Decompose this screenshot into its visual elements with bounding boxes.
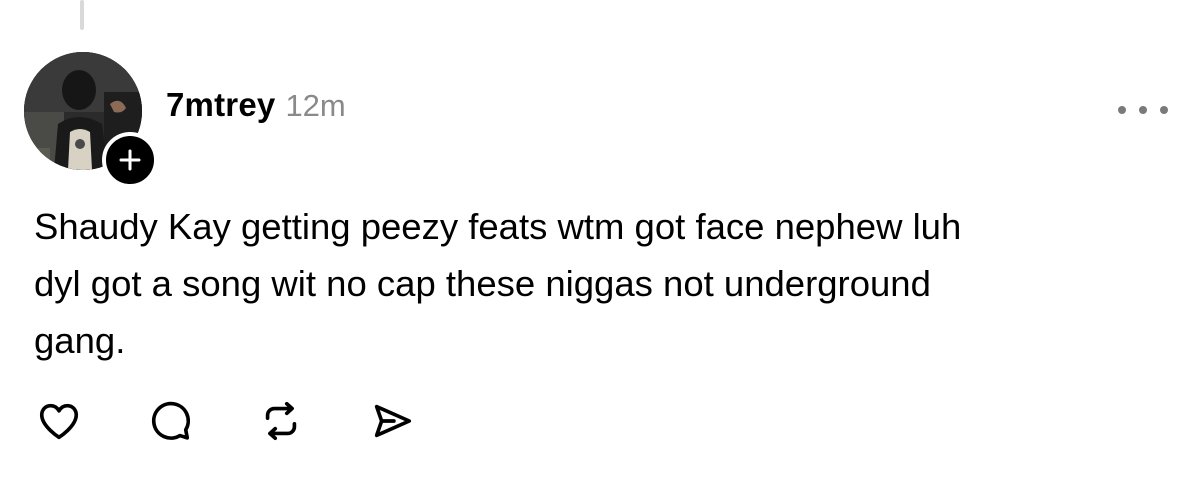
more-horizontal-icon-dot bbox=[1118, 106, 1126, 114]
post-header: 7mtrey 12m bbox=[166, 86, 346, 124]
like-button[interactable] bbox=[34, 396, 84, 446]
reply-button[interactable] bbox=[145, 396, 195, 446]
post-timestamp: 12m bbox=[285, 88, 346, 123]
send-icon bbox=[374, 404, 412, 438]
username-link[interactable]: 7mtrey bbox=[166, 86, 275, 124]
post-actions-bar bbox=[34, 396, 417, 446]
more-horizontal-icon-dot bbox=[1139, 106, 1147, 114]
repost-icon bbox=[265, 401, 297, 441]
share-button[interactable] bbox=[367, 396, 417, 446]
post-text-line: gang. bbox=[34, 320, 126, 361]
follow-button[interactable] bbox=[102, 132, 158, 188]
plus-icon bbox=[119, 149, 141, 171]
heart-icon bbox=[39, 403, 79, 440]
repost-button[interactable] bbox=[256, 396, 306, 446]
more-options-button[interactable] bbox=[1118, 98, 1168, 122]
author-avatar-container[interactable] bbox=[24, 52, 158, 188]
more-horizontal-icon-dot bbox=[1160, 106, 1168, 114]
comment-icon bbox=[151, 401, 191, 440]
post-text-line: dyl got a song wit no cap these niggas n… bbox=[34, 263, 931, 304]
post-text-line: Shaudy Kay getting peezy feats wtm got f… bbox=[34, 206, 962, 247]
post-body: Shaudy Kay getting peezy feats wtm got f… bbox=[34, 198, 1154, 369]
thread-connector-line bbox=[80, 0, 84, 30]
